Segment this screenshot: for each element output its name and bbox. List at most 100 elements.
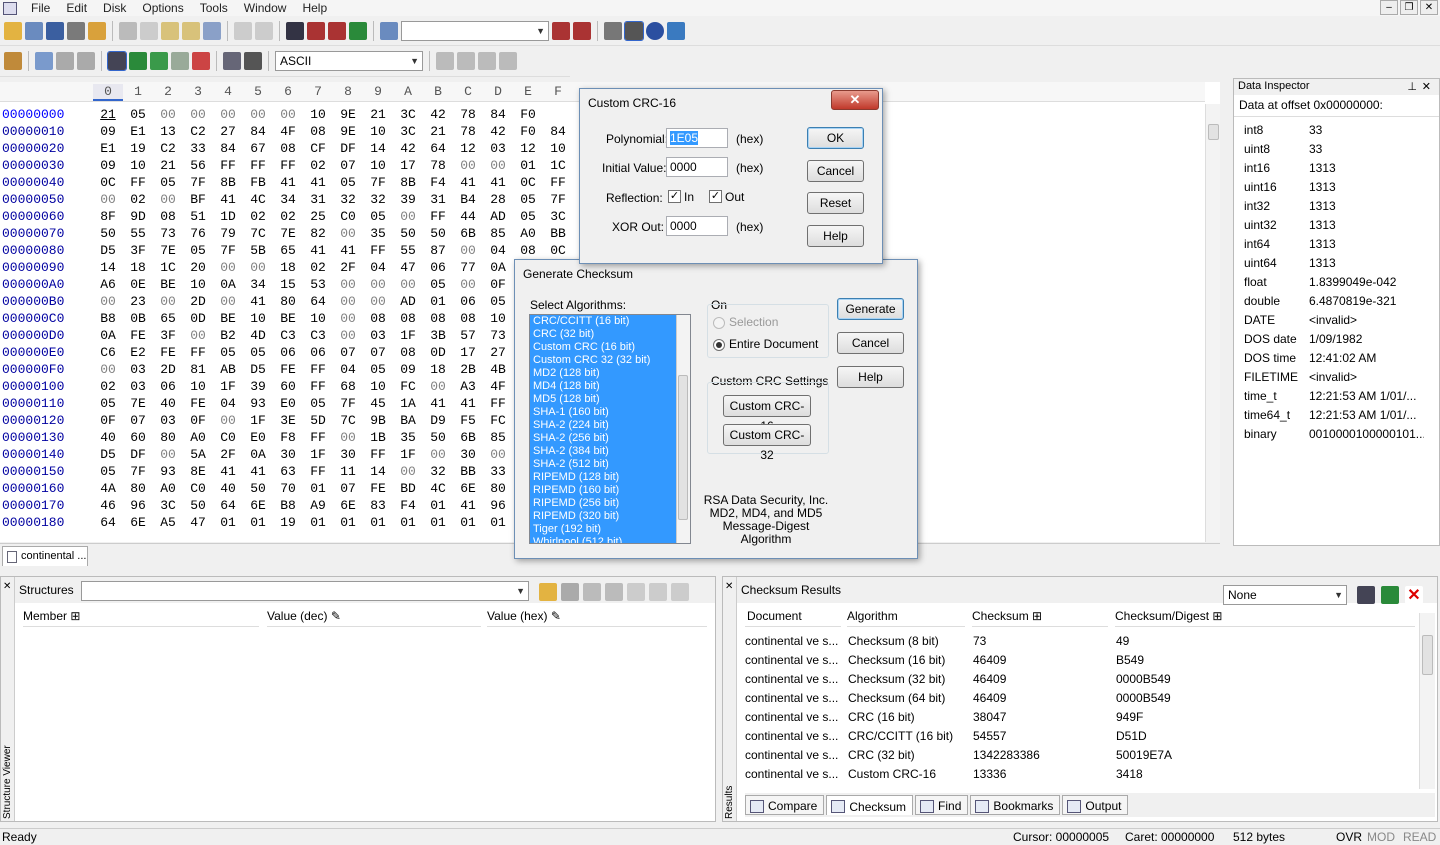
hex-byte[interactable]: BB bbox=[543, 226, 573, 241]
hex-byte[interactable]: 80 bbox=[123, 481, 153, 496]
hex-byte[interactable]: BE bbox=[273, 311, 303, 326]
hex-byte[interactable]: 8B bbox=[213, 175, 243, 190]
hex-byte[interactable]: F8 bbox=[273, 430, 303, 445]
hex-byte[interactable]: 35 bbox=[363, 226, 393, 241]
hex-byte[interactable]: F4 bbox=[423, 175, 453, 190]
hex-byte[interactable]: 05 bbox=[123, 107, 153, 122]
hex-byte[interactable]: 65 bbox=[273, 243, 303, 258]
hex-byte[interactable]: 00 bbox=[453, 277, 483, 292]
tab-find[interactable]: Find bbox=[915, 795, 969, 815]
hex-byte[interactable]: 0B bbox=[123, 311, 153, 326]
hex-byte[interactable]: 2F bbox=[213, 447, 243, 462]
hex-byte[interactable]: 3C bbox=[393, 124, 423, 139]
cut-icon[interactable] bbox=[119, 22, 137, 40]
hex-byte[interactable]: 03 bbox=[483, 141, 513, 156]
results-filter-select[interactable]: None ▼ bbox=[1223, 585, 1347, 605]
hex-byte[interactable]: 00 bbox=[453, 158, 483, 173]
algorithm-item[interactable]: SHA-1 (160 bit) bbox=[530, 406, 676, 419]
hex-byte[interactable]: 7F bbox=[543, 192, 573, 207]
document-column-header[interactable]: Document bbox=[745, 605, 841, 627]
app-icon[interactable] bbox=[3, 1, 17, 15]
hex-byte[interactable]: 07 bbox=[333, 158, 363, 173]
hex-byte[interactable]: 1F bbox=[393, 328, 423, 343]
hex-byte[interactable]: FC bbox=[483, 413, 513, 428]
hex-byte[interactable]: 6E bbox=[243, 498, 273, 513]
hex-byte[interactable]: 01 bbox=[213, 515, 243, 530]
hex-byte[interactable]: 8E bbox=[183, 464, 213, 479]
hex-byte[interactable]: 57 bbox=[453, 328, 483, 343]
results-scrollbar[interactable] bbox=[1419, 613, 1435, 789]
hex-scrollbar[interactable] bbox=[1205, 104, 1220, 542]
hex-byte[interactable]: 4D bbox=[243, 328, 273, 343]
hex-byte[interactable]: FF bbox=[483, 396, 513, 411]
crc-reset-button[interactable]: Reset bbox=[807, 192, 864, 214]
hex-byte[interactable]: FE bbox=[363, 481, 393, 496]
hex-byte[interactable]: 0A bbox=[483, 260, 513, 275]
hex-byte[interactable]: 00 bbox=[333, 277, 363, 292]
algorithm-item[interactable]: SHA-2 (384 bit) bbox=[530, 445, 676, 458]
hex-byte[interactable]: 93 bbox=[243, 396, 273, 411]
hex-byte[interactable]: 4A bbox=[93, 481, 123, 496]
hex-byte[interactable]: 7F bbox=[183, 175, 213, 190]
compare-icon[interactable] bbox=[129, 52, 147, 70]
crc-help-button[interactable]: Help bbox=[807, 225, 864, 247]
hex-byte[interactable]: 00 bbox=[453, 243, 483, 258]
structure-export-icon[interactable] bbox=[671, 583, 689, 601]
hex-byte[interactable]: E1 bbox=[123, 124, 153, 139]
hex-byte[interactable]: 34 bbox=[273, 192, 303, 207]
hex-byte[interactable]: 32 bbox=[333, 192, 363, 207]
hex-byte[interactable]: 05 bbox=[153, 175, 183, 190]
structure-expand-icon[interactable] bbox=[583, 583, 601, 601]
generate-button[interactable]: Generate bbox=[837, 298, 904, 320]
filter-icon[interactable]: ⊞ bbox=[70, 609, 80, 623]
hex-byte[interactable]: D5 bbox=[243, 362, 273, 377]
hex-byte[interactable]: 21 bbox=[93, 107, 123, 122]
hex-byte[interactable]: DF bbox=[123, 447, 153, 462]
hex-byte[interactable]: 1F bbox=[303, 447, 333, 462]
hex-byte[interactable]: C3 bbox=[303, 328, 333, 343]
hex-byte[interactable]: 1D bbox=[213, 209, 243, 224]
inspector-row[interactable]: DOS date 1/09/1982 bbox=[1244, 332, 1429, 351]
menu-item-help[interactable]: Help bbox=[294, 1, 335, 15]
hex-byte[interactable]: 6E bbox=[453, 481, 483, 496]
hex-byte[interactable]: 00 bbox=[153, 294, 183, 309]
hex-byte[interactable]: C0 bbox=[183, 481, 213, 496]
hex-byte[interactable]: D9 bbox=[423, 413, 453, 428]
hex-byte[interactable]: 10 bbox=[543, 141, 573, 156]
hex-byte[interactable]: 76 bbox=[183, 226, 213, 241]
next-icon[interactable] bbox=[478, 52, 496, 70]
hex-byte[interactable]: 00 bbox=[243, 260, 273, 275]
hex-byte[interactable]: 40 bbox=[93, 430, 123, 445]
result-row[interactable]: continental ve s... Checksum (64 bit) 4640… bbox=[745, 691, 1415, 710]
hex-byte[interactable]: 08 bbox=[393, 311, 423, 326]
value-hex-column-header[interactable]: Value (hex) ✎ bbox=[487, 605, 707, 627]
hex-byte[interactable]: FE bbox=[183, 396, 213, 411]
hex-byte[interactable]: 50 bbox=[183, 498, 213, 513]
base-16-icon[interactable] bbox=[624, 21, 644, 41]
hex-byte[interactable]: 06 bbox=[303, 345, 333, 360]
hex-byte[interactable]: 0F bbox=[483, 277, 513, 292]
inspector-row[interactable]: DOS time 12:41:02 AM bbox=[1244, 351, 1429, 370]
hex-byte[interactable]: 10 bbox=[363, 379, 393, 394]
hex-byte[interactable]: 18 bbox=[273, 260, 303, 275]
inspector-row[interactable]: time_t 12:21:53 AM 1/01/... bbox=[1244, 389, 1429, 408]
hex-byte[interactable]: 6B bbox=[453, 430, 483, 445]
base-10-icon[interactable] bbox=[604, 22, 622, 40]
hex-byte[interactable]: 4F bbox=[273, 124, 303, 139]
hex-byte[interactable]: 45 bbox=[363, 396, 393, 411]
hex-byte[interactable]: B8 bbox=[93, 311, 123, 326]
hex-byte[interactable]: 84 bbox=[483, 107, 513, 122]
hex-byte[interactable]: 10 bbox=[123, 158, 153, 173]
statistics-icon[interactable] bbox=[192, 52, 210, 70]
hex-byte[interactable]: 08 bbox=[423, 311, 453, 326]
hex-byte[interactable]: 00 bbox=[333, 226, 363, 241]
hex-byte[interactable]: B8 bbox=[273, 498, 303, 513]
hex-byte[interactable]: 09 bbox=[393, 362, 423, 377]
hex-byte[interactable]: 17 bbox=[453, 345, 483, 360]
hex-byte[interactable]: 10 bbox=[243, 311, 273, 326]
hex-byte[interactable]: 32 bbox=[363, 192, 393, 207]
hex-byte[interactable]: 12 bbox=[513, 141, 543, 156]
hex-byte[interactable]: 44 bbox=[453, 209, 483, 224]
hex-byte[interactable]: 7E bbox=[153, 243, 183, 258]
last-icon[interactable] bbox=[499, 52, 517, 70]
